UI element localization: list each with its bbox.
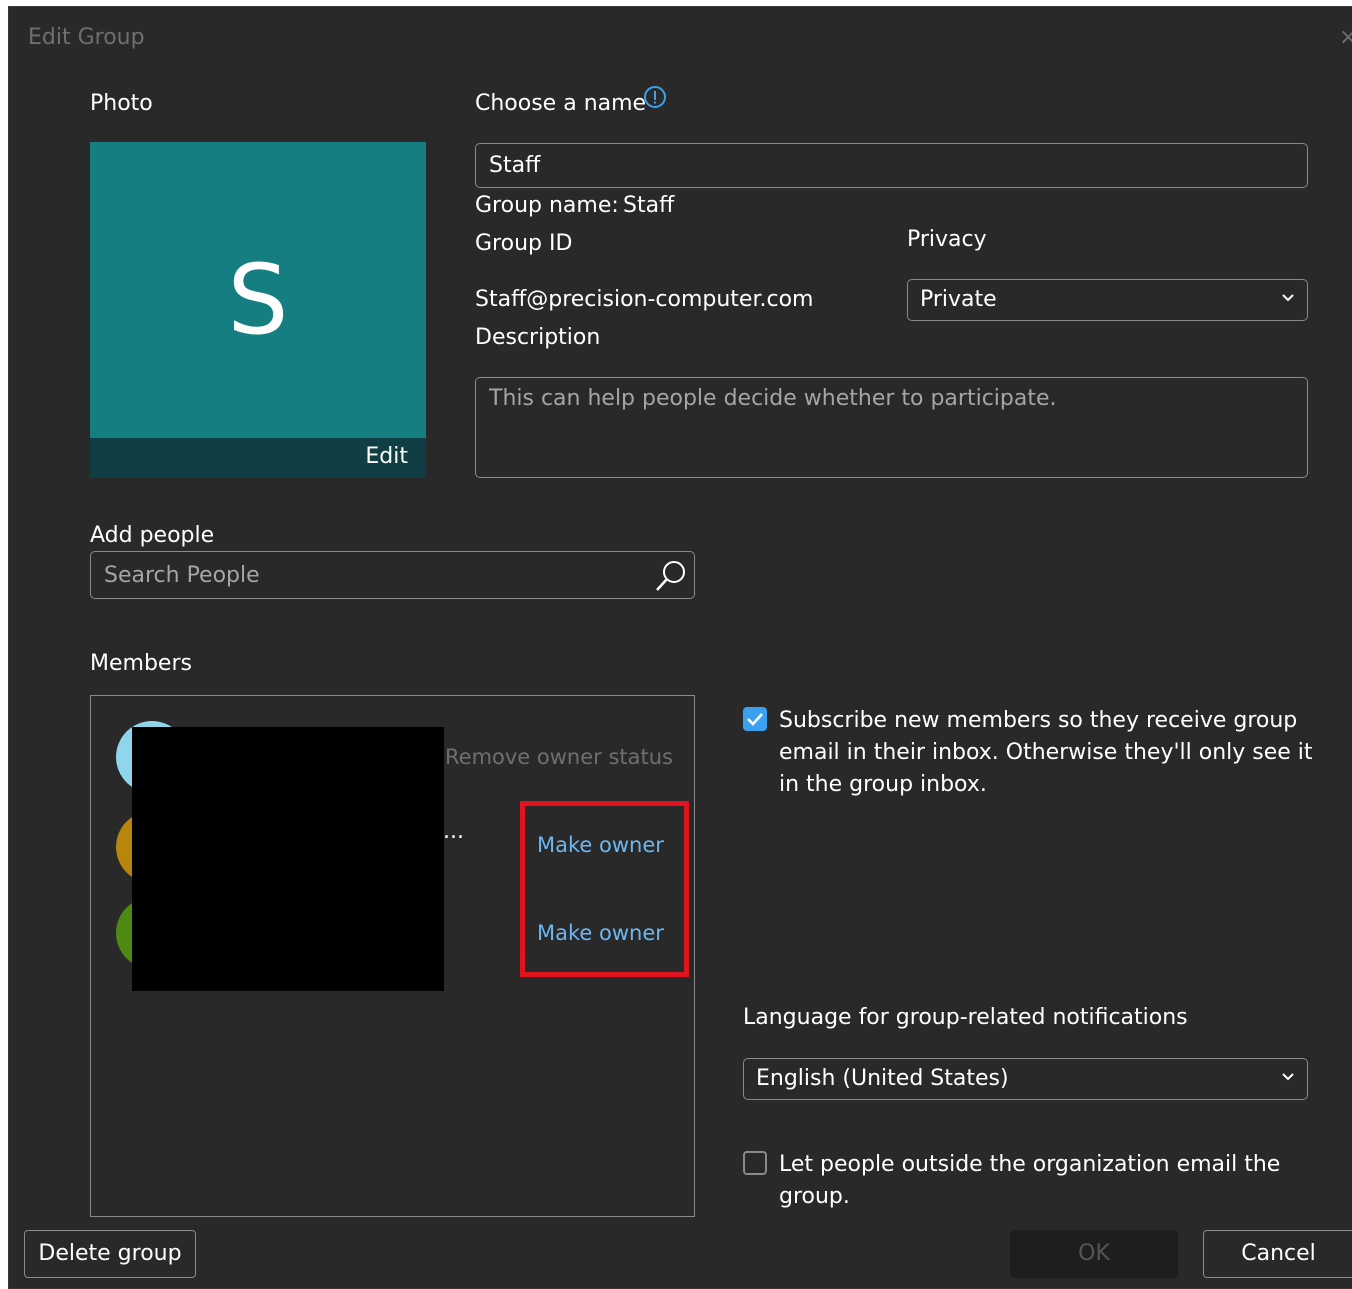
subscribe-line: Subscribe new members so they receive gr… [779, 708, 1298, 733]
subscribe-checkbox[interactable] [743, 707, 767, 731]
remove-owner-status-link[interactable]: Remove owner status [445, 745, 673, 769]
name-input[interactable] [476, 144, 1307, 187]
description-field[interactable] [475, 377, 1308, 478]
redacted-region [132, 727, 444, 991]
group-photo[interactable]: S Edit [90, 142, 426, 478]
chevron-down-icon [1282, 294, 1294, 302]
language-select[interactable]: English (United States) [743, 1058, 1308, 1100]
group-name-label: Group name: [475, 193, 619, 218]
cancel-button[interactable]: Cancel [1203, 1230, 1352, 1278]
highlight-annotation [520, 801, 689, 977]
privacy-label: Privacy [907, 227, 987, 252]
group-id-label: Group ID [475, 231, 573, 256]
subscribe-line: email in their inbox. Otherwise they'll … [779, 740, 1313, 765]
outside-line: group. [779, 1184, 850, 1209]
chevron-down-icon [1282, 1073, 1294, 1081]
edit-group-dialog: Edit Group × Photo S Edit Choose a name … [8, 6, 1352, 1289]
group-name-value: Staff [623, 193, 675, 218]
close-icon[interactable]: × [1339, 25, 1352, 50]
search-people-input[interactable] [91, 552, 651, 598]
choose-name-label: Choose a name [475, 91, 647, 116]
privacy-selected: Private [920, 287, 997, 312]
outside-email-text: Let people outside the organization emai… [779, 1149, 1280, 1213]
privacy-select[interactable]: Private [907, 279, 1308, 321]
language-label: Language for group-related notifications [743, 1005, 1188, 1030]
photo-edit-label: Edit [365, 444, 408, 469]
add-people-label: Add people [90, 523, 215, 548]
members-label: Members [90, 651, 192, 676]
photo-edit-button[interactable]: Edit [90, 438, 426, 478]
description-input[interactable] [476, 378, 1307, 477]
checkmark-icon [747, 713, 763, 726]
dialog-title: Edit Group [28, 25, 145, 50]
description-label: Description [475, 325, 601, 350]
photo-initial: S [227, 244, 289, 356]
ok-button[interactable]: OK [1010, 1230, 1178, 1278]
search-icon[interactable] [653, 558, 689, 594]
outside-email-checkbox[interactable] [743, 1151, 767, 1175]
group-id-value: Staff@precision-computer.com [475, 287, 814, 312]
outside-line: Let people outside the organization emai… [779, 1152, 1281, 1177]
subscribe-line: in the group inbox. [779, 772, 987, 797]
delete-group-button[interactable]: Delete group [24, 1230, 196, 1278]
member-name-truncation: ... [443, 819, 464, 844]
name-field[interactable] [475, 143, 1308, 188]
search-people-field[interactable] [90, 551, 695, 599]
info-icon[interactable] [643, 85, 667, 109]
subscribe-text: Subscribe new members so they receive gr… [779, 705, 1313, 801]
photo-label: Photo [90, 91, 153, 116]
language-selected: English (United States) [756, 1066, 1009, 1091]
